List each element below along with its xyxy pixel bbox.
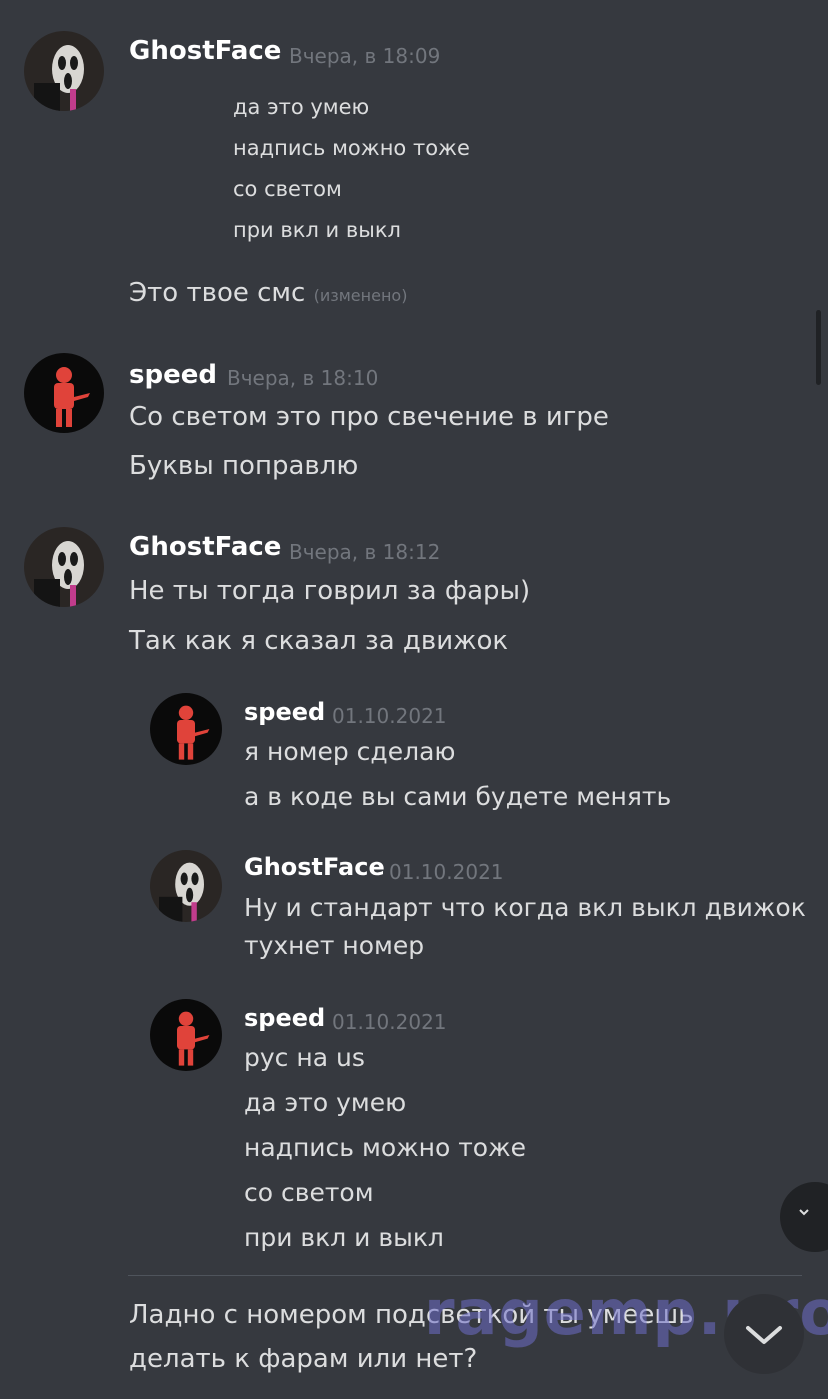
- message-author[interactable]: GhostFace: [129, 36, 281, 66]
- message-text: тухнет номер: [244, 931, 425, 960]
- edited-label: (изменено): [313, 286, 408, 305]
- message-author[interactable]: speed: [244, 1004, 325, 1032]
- message-timestamp: 01.10.2021: [332, 704, 447, 728]
- message-text: Со светом это про свечение в игре: [129, 402, 609, 432]
- message-text: Ну и стандарт что когда вкл выкл движок: [244, 893, 806, 922]
- message-text: со светом: [244, 1178, 374, 1207]
- avatar-ghostface[interactable]: [150, 850, 222, 922]
- message-text: надпись можно тоже: [244, 1133, 526, 1162]
- chevron-down-icon: [746, 1326, 782, 1344]
- message-author[interactable]: speed: [244, 698, 325, 726]
- chevron-down-icon: [799, 1209, 809, 1216]
- avatar-ghostface[interactable]: [24, 527, 104, 607]
- message-timestamp: Вчера, в 18:09: [289, 44, 441, 68]
- message-text: Буквы поправлю: [129, 451, 359, 481]
- message-timestamp: Вчера, в 18:12: [289, 540, 441, 564]
- message-text: да это умею: [244, 1088, 407, 1117]
- message-text: Так как я сказал за движок: [129, 626, 509, 656]
- message-author[interactable]: GhostFace: [244, 853, 385, 881]
- message-timestamp: Вчера, в 18:10: [227, 366, 379, 390]
- avatar-speed[interactable]: [150, 999, 222, 1071]
- message-text: да это умею: [233, 95, 370, 119]
- side-action-button[interactable]: [780, 1182, 828, 1252]
- message-author[interactable]: speed: [129, 360, 217, 390]
- message-text: Это твое смс (изменено): [129, 278, 407, 308]
- message-text: надпись можно тоже: [233, 136, 470, 160]
- jump-to-present-button[interactable]: [724, 1294, 804, 1374]
- message-text: со светом: [233, 177, 342, 201]
- message-text-content: Это твое смс: [129, 278, 306, 308]
- message-text: Не ты тогда говрил за фары): [129, 576, 531, 606]
- message-text: при вкл и выкл: [233, 218, 401, 242]
- message-text: я номер сделаю: [244, 737, 456, 766]
- avatar-ghostface[interactable]: [24, 31, 104, 111]
- message-author[interactable]: GhostFace: [129, 532, 281, 562]
- message-timestamp: 01.10.2021: [332, 1010, 447, 1034]
- message-text: а в коде вы сами будете менять: [244, 782, 672, 811]
- avatar-speed[interactable]: [150, 693, 222, 765]
- avatar-speed[interactable]: [24, 353, 104, 433]
- scrollbar-thumb[interactable]: [816, 310, 821, 385]
- message-text: рус на us: [244, 1043, 365, 1072]
- message-text: при вкл и выкл: [244, 1223, 444, 1252]
- message-timestamp: 01.10.2021: [389, 860, 504, 884]
